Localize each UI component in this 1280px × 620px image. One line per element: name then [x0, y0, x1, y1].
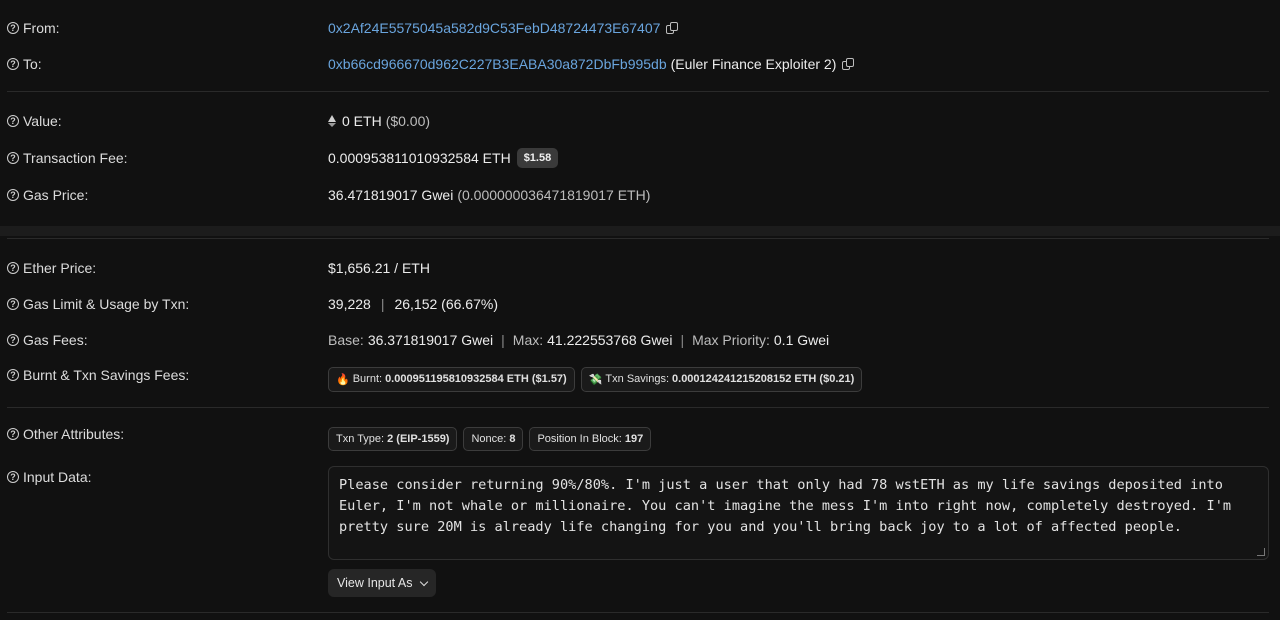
txn-type-badge: Txn Type: 2 (EIP-1559): [328, 427, 458, 451]
value-amount: 0 ETH: [342, 113, 382, 129]
section-separator: [0, 226, 1280, 236]
gas-fees-row: ? Gas Fees: Base: 36.371819017 Gwei | Max…: [0, 330, 1280, 350]
help-icon[interactable]: ?: [7, 334, 19, 346]
view-input-as-button[interactable]: View Input As: [328, 569, 436, 597]
copy-icon[interactable]: [666, 21, 679, 35]
gas-usage-value: 26,152 (66.67%): [394, 296, 498, 312]
burnt-row: ? Burnt & Txn Savings Fees: 🔥 Burnt: 0.000…: [0, 366, 1280, 392]
fee-row: ? Transaction Fee: 0.000953811010932584 E…: [0, 148, 1280, 168]
txn-savings-badge: 💸 Txn Savings: 0.000124241215208152 ETH (…: [580, 366, 863, 392]
to-address-name: (Euler Finance Exploiter 2): [670, 56, 837, 72]
burnt-fee-badge: 🔥 Burnt: 0.000951195810932584 ETH ($1.57): [328, 366, 575, 392]
help-icon[interactable]: ?: [7, 22, 19, 34]
help-icon[interactable]: ?: [7, 152, 19, 164]
divider: [7, 238, 1269, 239]
value-label: ? Value:: [7, 113, 62, 129]
fee-label: ? Transaction Fee:: [7, 150, 128, 166]
help-icon[interactable]: ?: [7, 369, 19, 381]
help-icon[interactable]: ?: [7, 298, 19, 310]
base-fee-label: Base:: [328, 332, 364, 348]
base-fee-value: 36.371819017 Gwei: [367, 332, 494, 348]
ether-price-row: ? Ether Price: $1,656.21 / ETH: [0, 258, 1280, 278]
max-fee-label: Max:: [512, 332, 544, 348]
gas-limit-value: 39,228: [328, 296, 371, 312]
help-icon[interactable]: ?: [7, 115, 19, 127]
nonce-badge: Nonce: 8: [463, 427, 524, 451]
gas-fees-label: ? Gas Fees:: [7, 332, 88, 348]
help-icon[interactable]: ?: [7, 58, 19, 70]
value-usd: ($0.00): [385, 113, 431, 129]
max-priority-label: Max Priority:: [692, 332, 770, 348]
to-address-link[interactable]: 0xb66cd966670d962C227B3EABA30a872DbFb995…: [328, 56, 667, 72]
separator: |: [501, 332, 505, 348]
input-data-label: ? Input Data:: [7, 469, 92, 485]
gas-price-label: ? Gas Price:: [7, 187, 88, 203]
input-data-textarea[interactable]: Please consider returning 90%/80%. I'm j…: [328, 466, 1269, 560]
ether-price-label: ? Ether Price:: [7, 260, 96, 276]
help-icon[interactable]: ?: [7, 471, 19, 483]
from-label: ? From:: [7, 20, 60, 36]
ether-price-value: $1,656.21 / ETH: [328, 260, 430, 276]
max-fee-value: 41.222553768 Gwei: [547, 332, 673, 348]
gas-price-row: ? Gas Price: 36.471819017 Gwei (0.0000000…: [0, 185, 1280, 205]
divider: [7, 612, 1269, 613]
from-row: ? From: 0x2Af24E5575045a582d9C53FebD48724…: [0, 18, 1280, 38]
to-label: ? To:: [7, 56, 42, 72]
fee-amount: 0.000953811010932584 ETH: [328, 150, 511, 166]
from-address-link[interactable]: 0x2Af24E5575045a582d9C53FebD48724473E674…: [328, 20, 660, 36]
help-icon[interactable]: ?: [7, 428, 19, 440]
separator: |: [380, 296, 385, 312]
fire-icon: 🔥: [336, 373, 350, 386]
gas-price-eth: (0.000000036471819017 ETH): [457, 187, 651, 203]
gas-limit-label: ? Gas Limit & Usage by Txn:: [7, 296, 189, 312]
to-row: ? To: 0xb66cd966670d962C227B3EABA30a872Db…: [0, 54, 1280, 74]
position-in-block-badge: Position In Block: 197: [529, 427, 652, 451]
separator: |: [680, 332, 685, 348]
money-icon: 💸: [588, 373, 603, 386]
copy-icon[interactable]: [842, 57, 855, 71]
max-priority-value: 0.1 Gwei: [773, 332, 830, 348]
fee-usd-badge: $1.58: [516, 148, 559, 168]
help-icon[interactable]: ?: [7, 189, 19, 201]
gas-limit-row: ? Gas Limit & Usage by Txn: 39,228 | 26,1…: [0, 294, 1280, 314]
other-attributes-row: ? Other Attributes: Txn Type: 2 (EIP-1559)…: [0, 426, 1280, 451]
other-attributes-label: ? Other Attributes:: [7, 426, 124, 442]
resize-handle-icon[interactable]: [1257, 548, 1265, 556]
chevron-down-icon: [419, 577, 428, 586]
divider: [7, 91, 1269, 92]
value-row: ? Value: 0 ETH ($0.00): [0, 111, 1280, 131]
divider: [7, 407, 1269, 408]
gas-price-gwei: 36.471819017 Gwei: [328, 187, 454, 203]
help-icon[interactable]: ?: [7, 262, 19, 274]
ethereum-icon: [328, 115, 336, 127]
burnt-label: ? Burnt & Txn Savings Fees:: [7, 367, 189, 383]
